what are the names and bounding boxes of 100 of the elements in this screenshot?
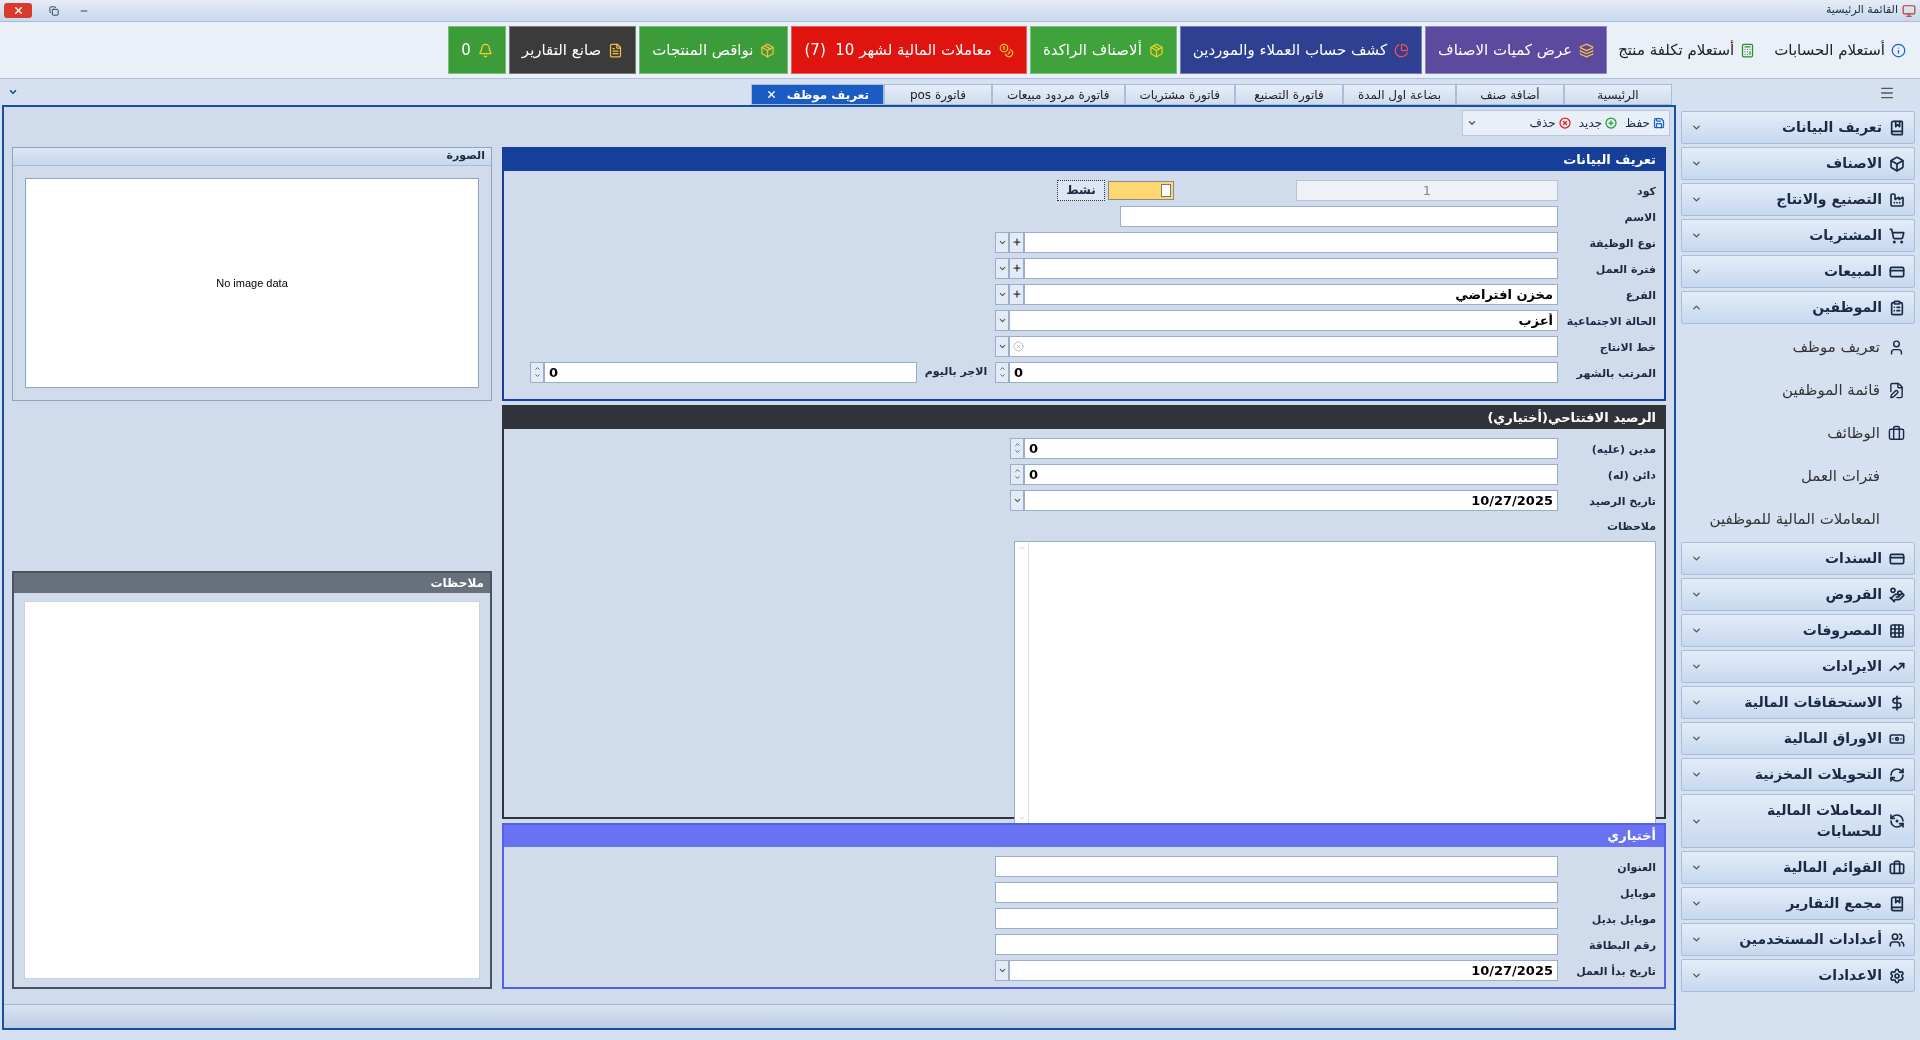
save-icon <box>1653 117 1665 129</box>
toolbar-tile[interactable]: كشف حساب العملاء والموردين <box>1179 26 1423 74</box>
sidebar-group[interactable]: الاوراق المالية <box>1681 722 1915 755</box>
spin-buttons[interactable] <box>530 361 544 383</box>
toolbar-button[interactable]: أستعلام تكلفة منتج <box>1610 26 1764 74</box>
tab[interactable]: بضاعة اول المدة <box>1343 84 1456 105</box>
field-label: رقم البطاقة <box>1588 939 1656 952</box>
dropdown-button[interactable] <box>995 335 1009 357</box>
toolbar-tile[interactable]: عرض كميات الاصناف <box>1425 26 1608 74</box>
sidebar-group[interactable]: التحويلات المخزنية <box>1681 758 1915 791</box>
sidebar-item[interactable]: قائمة الموظفين <box>1681 370 1915 410</box>
add-button[interactable] <box>1009 257 1024 279</box>
toolbar-tile[interactable]: صانع التقارير <box>508 26 637 74</box>
field-label: مدين (عليه) <box>1591 443 1656 456</box>
image-box[interactable]: No image data <box>25 178 479 388</box>
action-button[interactable]: حذف <box>1529 114 1571 132</box>
number-field[interactable]: 0 <box>544 361 917 383</box>
tab[interactable]: أضافة صنف <box>1456 84 1564 105</box>
sidebar-item[interactable]: تعريف موظف <box>1681 327 1915 367</box>
tab[interactable]: فاتورة التصنيع <box>1235 84 1343 105</box>
text-field[interactable] <box>1120 205 1558 227</box>
combo-field[interactable] <box>1009 335 1558 357</box>
refresh-icon <box>1889 766 1905 783</box>
up-icon <box>1017 544 1026 552</box>
sidebar-group[interactable]: المبيعات <box>1681 255 1915 288</box>
text-field[interactable] <box>995 907 1558 929</box>
tab[interactable]: الرئيسية <box>1564 84 1672 105</box>
text-field[interactable] <box>995 933 1558 955</box>
combo-field[interactable] <box>1024 257 1558 279</box>
sidebar-group[interactable]: الايرادات <box>1681 650 1915 683</box>
sidebar-group[interactable]: الاصناف <box>1681 147 1915 180</box>
date-field[interactable]: 10/27/2025 <box>1009 959 1558 981</box>
caret-icon[interactable] <box>1467 118 1477 128</box>
field-label: نوع الوظيفة <box>1589 237 1656 250</box>
tab[interactable]: فاتورة pos <box>883 84 992 105</box>
active-toggle[interactable] <box>1108 180 1174 200</box>
spin-buttons[interactable] <box>1010 463 1024 485</box>
sidebar-group[interactable]: السندات <box>1681 542 1915 575</box>
tab[interactable]: تعريف موظف <box>750 84 884 105</box>
sidebar-group[interactable]: الموظفين <box>1681 291 1915 324</box>
date-field[interactable]: 10/27/2025 <box>1024 489 1558 511</box>
sidebar-group[interactable]: تعريف البيانات <box>1681 111 1915 144</box>
info-icon <box>1891 42 1906 58</box>
clipboard-icon <box>1889 299 1905 316</box>
cart-icon <box>1889 227 1905 244</box>
dropdown-button[interactable] <box>1010 489 1024 511</box>
tab[interactable]: فاتورة مشتريات <box>1124 84 1235 105</box>
sidebar-group[interactable]: الاستحقاقات المالية <box>1681 686 1915 719</box>
delete-icon <box>1558 117 1571 129</box>
combo-field[interactable]: مخزن افتراضي <box>1024 283 1558 305</box>
action-button[interactable]: حفظ <box>1625 114 1665 132</box>
close-icon[interactable] <box>765 89 777 100</box>
sidebar-group[interactable]: المعاملات المالية للحسابات <box>1681 794 1915 848</box>
spin-buttons[interactable] <box>995 361 1009 383</box>
field-label: كود <box>1637 185 1656 198</box>
field-label: الاسم <box>1624 211 1656 224</box>
toolbar-button[interactable]: أستعلام الحسابات <box>1766 26 1914 74</box>
sidebar-item[interactable]: فترات العمل <box>1681 456 1915 496</box>
plus-icon <box>1011 289 1022 299</box>
sidebar-item[interactable]: المعاملات المالية للموظفين <box>1681 499 1915 539</box>
close-button[interactable] <box>4 3 32 18</box>
spin-buttons[interactable] <box>1010 437 1024 459</box>
sidebar-group[interactable]: التصنيع والانتاج <box>1681 183 1915 216</box>
sidebar-group[interactable]: مجمع التقارير <box>1681 887 1915 920</box>
tabs-dropdown-icon[interactable] <box>8 87 18 97</box>
number-field[interactable]: 0 <box>1024 463 1558 485</box>
number-field[interactable]: 0 <box>1024 437 1558 459</box>
sidebar-group[interactable]: القروض <box>1681 578 1915 611</box>
number-field[interactable]: 0 <box>1009 361 1558 383</box>
text-field[interactable] <box>995 855 1558 877</box>
field-label: المرتب بالشهر <box>1576 367 1656 380</box>
toolbar-tile[interactable]: معاملات المالية لشهر 10 (7) <box>791 26 1027 74</box>
dropdown-button[interactable] <box>995 959 1009 981</box>
sidebar-group[interactable]: المشتريات <box>1681 219 1915 252</box>
add-button[interactable] <box>1009 283 1024 305</box>
field-label: الحالة الاجتماعية <box>1566 315 1656 328</box>
field-label: ملاحظات <box>1607 520 1656 533</box>
panel-title: أختياري <box>1607 826 1656 846</box>
sidebar-group[interactable]: الاعدادات <box>1681 959 1915 992</box>
app-icon <box>1902 3 1916 18</box>
box-icon <box>1889 155 1905 172</box>
sidebar-group[interactable]: المصروفات <box>1681 614 1915 647</box>
sidebar-group[interactable]: القوائم المالية <box>1681 851 1915 884</box>
down-icon <box>998 372 1006 379</box>
field-label: العنوان <box>1617 861 1656 874</box>
clear-icon <box>1013 340 1024 352</box>
panel-title: تعريف البيانات <box>1563 151 1656 170</box>
tab[interactable]: فاتورة مردود مبيعات <box>991 84 1125 105</box>
restore-button[interactable] <box>46 3 62 18</box>
combo-field[interactable] <box>1024 231 1558 253</box>
sidebar-item[interactable]: الوظائف <box>1681 413 1915 453</box>
action-button[interactable]: جديد <box>1578 114 1618 132</box>
user-icon <box>1888 338 1905 356</box>
menu-icon[interactable] <box>1879 85 1895 101</box>
text-field[interactable] <box>995 881 1558 903</box>
add-button[interactable] <box>1009 231 1024 253</box>
sidebar-group[interactable]: أعدادات المستخدمين <box>1681 923 1915 956</box>
down-icon <box>1013 448 1021 455</box>
book-icon <box>1889 119 1905 136</box>
dollar-icon <box>1889 694 1905 711</box>
